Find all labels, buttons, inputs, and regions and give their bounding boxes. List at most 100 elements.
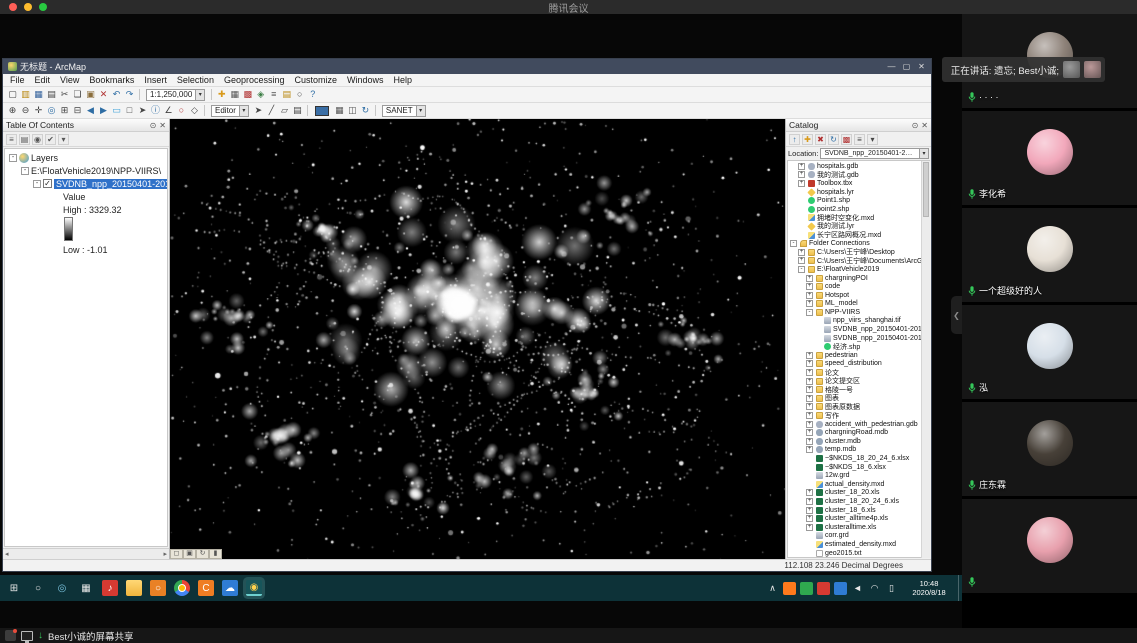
- select-elements-icon[interactable]: ➤: [136, 104, 149, 117]
- menu-item[interactable]: Geoprocessing: [219, 75, 290, 85]
- fixed-zoom-in-icon[interactable]: ⊞: [58, 104, 71, 117]
- refresh-view-icon[interactable]: ↻: [196, 549, 209, 559]
- catalog-tree-item[interactable]: actual_density.mxd: [789, 480, 919, 489]
- menu-item[interactable]: Windows: [342, 75, 389, 85]
- search-tool-icon[interactable]: ○: [150, 580, 166, 596]
- search-icon[interactable]: ○: [30, 580, 46, 596]
- menu-item[interactable]: Bookmarks: [84, 75, 139, 85]
- expander-ic on[interactable]: +: [806, 446, 813, 453]
- catalog-tree-item[interactable]: + 格陵一号: [789, 385, 919, 394]
- catalog-tree-item[interactable]: + temp.mdb: [789, 446, 919, 455]
- open-document-icon[interactable]: ▥: [19, 88, 32, 101]
- hidden-icons-chevron[interactable]: ∧: [766, 582, 779, 595]
- python-window-icon[interactable]: ≡: [267, 88, 280, 101]
- list-by-source-icon[interactable]: ▤: [19, 134, 30, 145]
- network-icon[interactable]: ◠: [868, 582, 881, 595]
- expander-ic on[interactable]: +: [806, 395, 813, 402]
- launch-arctoolbox-icon[interactable]: ▩: [841, 134, 852, 145]
- expander-ic on[interactable]: +: [806, 403, 813, 410]
- redo-icon[interactable]: ↷: [123, 88, 136, 101]
- catalog-tree-item[interactable]: + chargningRoad.mdb: [789, 428, 919, 437]
- catalog-tree-item[interactable]: 经济.shp: [789, 342, 919, 351]
- menu-item[interactable]: View: [55, 75, 84, 85]
- catalog-tree-item[interactable]: + 写作: [789, 411, 919, 420]
- minimize-traffic-light[interactable]: [24, 3, 32, 11]
- cortana-icon[interactable]: ◎: [54, 580, 70, 596]
- list-by-selection-icon[interactable]: ✔: [45, 134, 56, 145]
- data-view-icon[interactable]: ◻: [170, 549, 183, 559]
- new-document-icon[interactable]: ▢: [6, 88, 19, 101]
- catalog-tree-item[interactable]: + accident_with_pedestrian.gdb: [789, 420, 919, 429]
- catalog-tree-item[interactable]: Point1.shp: [789, 196, 919, 205]
- map-view[interactable]: ◻▣↻▮: [170, 119, 785, 559]
- refresh-icon[interactable]: ↻: [828, 134, 839, 145]
- catalog-tree-item[interactable]: ~$NKDS_18_6.xlsx: [789, 463, 919, 472]
- file-explorer-icon[interactable]: [126, 580, 142, 596]
- arcmap-titlebar[interactable]: 无标题 - ArcMap — ▢ ✕: [3, 59, 931, 74]
- table-options-icon[interactable]: ▦: [228, 88, 241, 101]
- expander-ic on[interactable]: +: [798, 180, 805, 187]
- expander-ic on[interactable]: +: [806, 515, 813, 522]
- expander-ic on[interactable]: +: [806, 300, 813, 307]
- expander-ic on[interactable]: +: [806, 369, 813, 376]
- list-by-drawing-order-icon[interactable]: ≡: [6, 134, 17, 145]
- task-view-icon[interactable]: ▦: [78, 580, 94, 596]
- zoom-out-icon[interactable]: ⊖: [19, 104, 32, 117]
- chevron-down-icon[interactable]: [195, 90, 204, 100]
- baidu-netdisk-icon[interactable]: ☁: [222, 580, 238, 596]
- catalog-tree-item[interactable]: 12w.grd: [789, 471, 919, 480]
- sogou-input-icon[interactable]: [783, 582, 796, 595]
- chevron-down-icon[interactable]: [239, 106, 248, 116]
- previous-extent-icon[interactable]: ◀: [84, 104, 97, 117]
- chevron-down-icon[interactable]: [416, 106, 425, 116]
- snapping-icon[interactable]: ▦: [333, 104, 346, 117]
- pan-icon[interactable]: ✛: [32, 104, 45, 117]
- options-icon[interactable]: ▾: [58, 134, 69, 145]
- expander-ic on[interactable]: +: [806, 429, 813, 436]
- catalog-tree-item[interactable]: + cluster_18_20.xls: [789, 489, 919, 498]
- maximize-button[interactable]: ▢: [899, 62, 914, 71]
- toc-tree-item[interactable]: - E:\FloatVehicle2019\NPP-VIIRS\: [5, 164, 167, 177]
- meeting-tray-icon[interactable]: [834, 582, 847, 595]
- expander-icon[interactable]: -: [9, 154, 17, 162]
- expander-ic on[interactable]: +: [806, 283, 813, 290]
- menu-item[interactable]: Help: [389, 75, 418, 85]
- expander-ic on[interactable]: +: [806, 498, 813, 505]
- catalog-tree-item[interactable]: + Toolbox.tbx: [789, 179, 919, 188]
- toc-horizontal-scrollbar[interactable]: ◂ ▸: [3, 548, 169, 559]
- edit-tool-icon[interactable]: ➤: [252, 104, 265, 117]
- catalog-tree-item[interactable]: + chargningPOI: [789, 274, 919, 283]
- find-icon[interactable]: ○: [175, 104, 188, 117]
- full-extent-icon[interactable]: ◎: [45, 104, 58, 117]
- undo-icon[interactable]: ↶: [110, 88, 123, 101]
- scroll-left-arrow[interactable]: ◂: [5, 550, 9, 558]
- chevron-down-icon[interactable]: [919, 149, 928, 159]
- catalog-tree-item[interactable]: - NPP-VIIRS: [789, 308, 919, 317]
- catalog-tree-item[interactable]: estimated_density.mxd: [789, 540, 919, 549]
- expander-ic on[interactable]: +: [806, 421, 813, 428]
- catalog-tree-item[interactable]: + clusteralltime.xls: [789, 523, 919, 532]
- collapse-participants-button[interactable]: ❮: [951, 296, 962, 334]
- cajviewer-icon[interactable]: C: [198, 580, 214, 596]
- editor-menu[interactable]: Editor: [211, 105, 249, 117]
- map-scale-combo[interactable]: 1:1,250,000: [146, 89, 205, 101]
- arcmap-taskbar-icon[interactable]: ◉: [246, 580, 262, 596]
- toc-tree-item[interactable]: High : 3329.32: [5, 203, 167, 216]
- connect-folder-icon[interactable]: ✚: [802, 134, 813, 145]
- fixed-zoom-out-icon[interactable]: ⊟: [71, 104, 84, 117]
- menu-item[interactable]: File: [5, 75, 30, 85]
- catalog-tree-item[interactable]: ~$NKDS_18_20_24_6.xlsx: [789, 454, 919, 463]
- meeting-dock-icon[interactable]: [5, 630, 16, 641]
- expander-ic on[interactable]: -: [806, 309, 813, 316]
- toc-tree-item[interactable]: [5, 216, 167, 243]
- expander-ic on[interactable]: +: [798, 257, 805, 264]
- participant-tile[interactable]: [962, 499, 1137, 593]
- identify-icon[interactable]: ⓘ: [149, 104, 162, 117]
- catalog-tree-item[interactable]: 长宁区路网概况.mxd: [789, 231, 919, 240]
- catalog-tree-item[interactable]: SVDNB_npp_20150401-20150430_7...: [789, 325, 919, 334]
- catalog-tree-item[interactable]: + cluster_18_6.xls: [789, 506, 919, 515]
- catalog-tree-item[interactable]: + 图表原数据: [789, 403, 919, 412]
- map-canvas[interactable]: [170, 119, 785, 559]
- disconnect-folder-icon[interactable]: ✖: [815, 134, 826, 145]
- expander-ic on[interactable]: +: [806, 412, 813, 419]
